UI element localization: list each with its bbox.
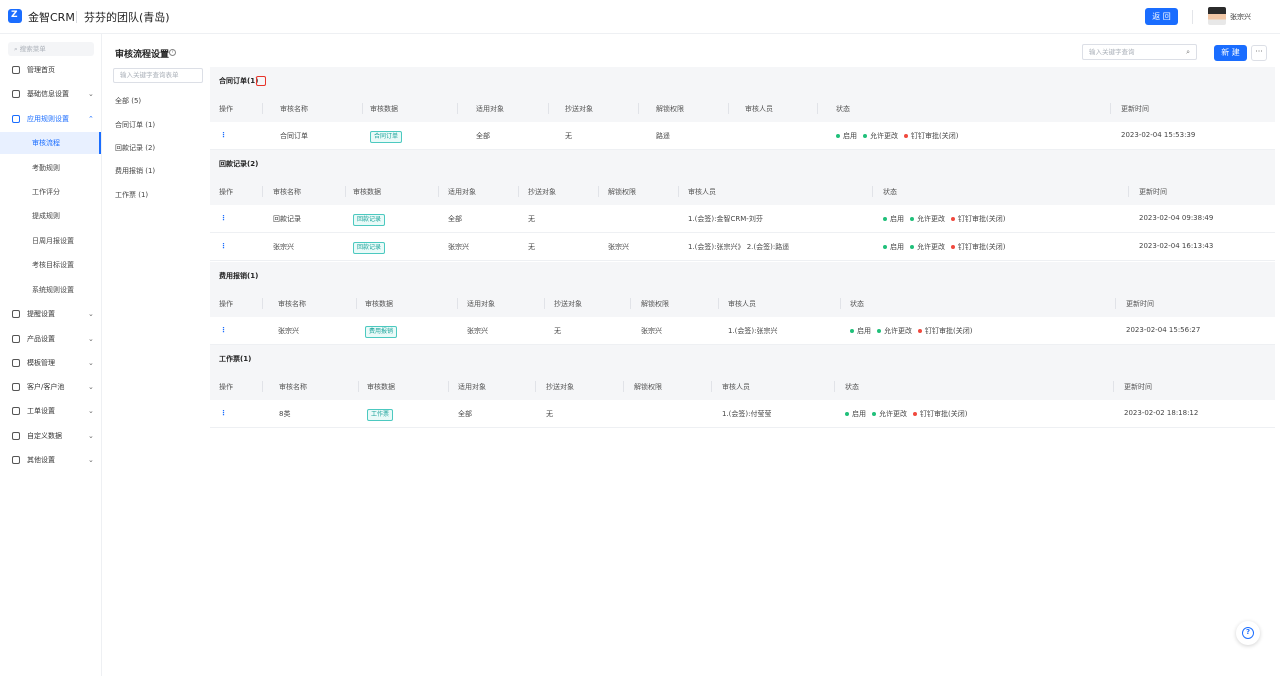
box-icon [12, 90, 20, 98]
row-menu-icon[interactable]: ⋮ [220, 242, 227, 250]
sidebar-item-ticket[interactable]: 工单设置 ⌄ [0, 400, 101, 422]
chevron-down-icon: ⌄ [88, 383, 94, 391]
team-name[interactable]: 芬芬的团队(青岛) [84, 9, 170, 25]
row-menu-icon[interactable]: ⋮ [220, 214, 227, 222]
filter-item-all[interactable]: 全部 (5) [115, 96, 141, 106]
cube-icon [12, 335, 20, 343]
section-header-expense: 费用报销(1) [210, 262, 1275, 290]
chevron-down-icon: ⌄ [88, 90, 94, 98]
sidebar-subitem-commission[interactable]: 提成规则 [0, 205, 101, 227]
table-row[interactable]: ⋮ 8类 工作票 全部 无 1.(会签):付莹莹 启用 允许更改 钉钉审批(关闭) … [210, 400, 1275, 428]
table-row[interactable]: ⋮ 回款记录 回款记录 全部 无 1.(会签):金智CRM-刘芬 启用 允许更改钉… [210, 205, 1275, 233]
sidebar-item-custom-data[interactable]: 自定义数据 ⌄ [0, 425, 101, 447]
data-tag: 工作票 [367, 409, 394, 421]
table-header: 操作 审核名称 审核数据 适用对象 抄送对象 解锁权限 审核人员 状态 更新时间 [210, 95, 1275, 122]
highlight-marker [256, 76, 266, 86]
sidebar-subitem-target[interactable]: 考核目标设置 [0, 254, 101, 276]
chevron-down-icon: ⌄ [88, 407, 94, 415]
sidebar-item-reminder[interactable]: 提醒设置 ⌄ [0, 303, 101, 325]
more-button[interactable]: ··· [1251, 45, 1267, 61]
filter-item-expense[interactable]: 费用报销 (1) [115, 166, 155, 176]
table-row[interactable]: ⋮ 合同订单 合同订单 全部 无 路遥 启用 允许更改 钉钉审批(关闭) 2023-… [210, 122, 1275, 150]
help-icon[interactable]: ? [169, 49, 176, 56]
table-header: 操作 审核名称 审核数据 适用对象 抄送对象 解锁权限 审核人员 状态 更新时间 [210, 373, 1275, 400]
sidebar: ⌕ 搜索菜单 管理首页 基础信息设置 ⌄ 应用规则设置 ⌃ 审核流程 考勤规则 … [0, 34, 102, 676]
row-menu-icon[interactable]: ⋮ [220, 409, 227, 417]
table-row[interactable]: ⋮ 张宗兴 费用报销 张宗兴 无 张宗兴 1.(会签):张宗兴 启用 允许更改 钉钉… [210, 317, 1275, 345]
sidebar-subitem-approval-flow[interactable]: 审核流程 [0, 132, 101, 154]
header-divider-right [1192, 10, 1193, 24]
data-tag: 费用报销 [365, 326, 398, 338]
chevron-down-icon: ⌄ [88, 359, 94, 367]
question-icon: ? [1242, 627, 1254, 639]
data-tag: 回款记录 [353, 242, 386, 254]
logo-icon: Z [8, 9, 22, 23]
section-header-workticket: 工作票(1) [210, 345, 1275, 373]
sidebar-item-other[interactable]: 其他设置 ⌄ [0, 449, 101, 471]
data-tag: 合同订单 [370, 131, 403, 143]
chevron-up-icon: ⌃ [88, 115, 94, 123]
menu-search-input[interactable]: ⌕ 搜索菜单 [8, 42, 94, 56]
chevron-down-icon: ⌄ [88, 432, 94, 440]
search-icon[interactable]: ⌕ [1186, 45, 1190, 59]
home-icon [12, 66, 20, 74]
table-header: 操作 审核名称 审核数据 适用对象 抄送对象 解锁权限 审核人员 状态 更新时间 [210, 290, 1275, 317]
sidebar-item-product[interactable]: 产品设置 ⌄ [0, 328, 101, 350]
row-menu-icon[interactable]: ⋮ [220, 131, 227, 139]
filter-panel: 审核流程设置 ? 输入关键字查询表单 全部 (5) 合同订单 (1) 回款记录 … [102, 34, 208, 676]
sidebar-item-template[interactable]: 模板管理 ⌄ [0, 352, 101, 374]
user-name[interactable]: 张宗兴 [1230, 12, 1251, 22]
top-bar: Z 金智CRM 芬芬的团队(青岛) 返 回 张宗兴 [0, 0, 1280, 34]
template-icon [12, 359, 20, 367]
sidebar-item-home[interactable]: 管理首页 [0, 59, 101, 81]
filter-item-contract[interactable]: 合同订单 (1) [115, 120, 155, 130]
document-icon [12, 115, 20, 123]
sidebar-item-app-rules[interactable]: 应用规则设置 ⌃ [0, 108, 101, 130]
users-icon [12, 383, 20, 391]
sidebar-subitem-attendance[interactable]: 考勤规则 [0, 157, 101, 179]
bell-icon [12, 310, 20, 318]
ticket-icon [12, 407, 20, 415]
section-header-contract: 合同订单(1) [210, 67, 1275, 95]
sidebar-subitem-report[interactable]: 日周月报设置 [0, 230, 101, 252]
chevron-down-icon: ⌄ [88, 335, 94, 343]
sidebar-subitem-work-score[interactable]: 工作评分 [0, 181, 101, 203]
sidebar-subitem-system-rules[interactable]: 系统规则设置 [0, 279, 101, 301]
chevron-down-icon: ⌄ [88, 310, 94, 318]
help-button[interactable]: ? [1236, 621, 1260, 645]
back-button[interactable]: 返 回 [1145, 8, 1178, 25]
data-tag: 回款记录 [353, 214, 386, 226]
grid-icon [12, 456, 20, 464]
section-header-payment: 回款记录(2) [210, 150, 1275, 178]
sidebar-item-basic-info[interactable]: 基础信息设置 ⌄ [0, 83, 101, 105]
page-title: 审核流程设置 [115, 50, 170, 60]
avatar[interactable] [1208, 7, 1226, 25]
table-header: 操作 审核名称 审核数据 适用对象 抄送对象 解锁权限 审核人员 状态 更新时间 [210, 178, 1275, 205]
filter-item-payment[interactable]: 回款记录 (2) [115, 143, 155, 153]
main-search-input[interactable]: 输入关键字查询 ⌕ [1082, 44, 1197, 60]
filter-item-workticket[interactable]: 工作票 (1) [115, 190, 148, 200]
new-button[interactable]: 新 建 [1214, 45, 1247, 61]
header-divider [76, 11, 77, 23]
sidebar-item-customer[interactable]: 客户/客户池 ⌄ [0, 376, 101, 398]
table-row[interactable]: ⋮ 张宗兴 回款记录 张宗兴 无 张宗兴 1.(会签):张宗兴》 2.(会签):… [210, 233, 1275, 261]
chevron-down-icon: ⌄ [88, 456, 94, 464]
app-name: 金智CRM [28, 11, 75, 24]
form-search-input[interactable]: 输入关键字查询表单 [113, 68, 203, 83]
row-menu-icon[interactable]: ⋮ [220, 326, 227, 334]
custom-icon [12, 432, 20, 440]
